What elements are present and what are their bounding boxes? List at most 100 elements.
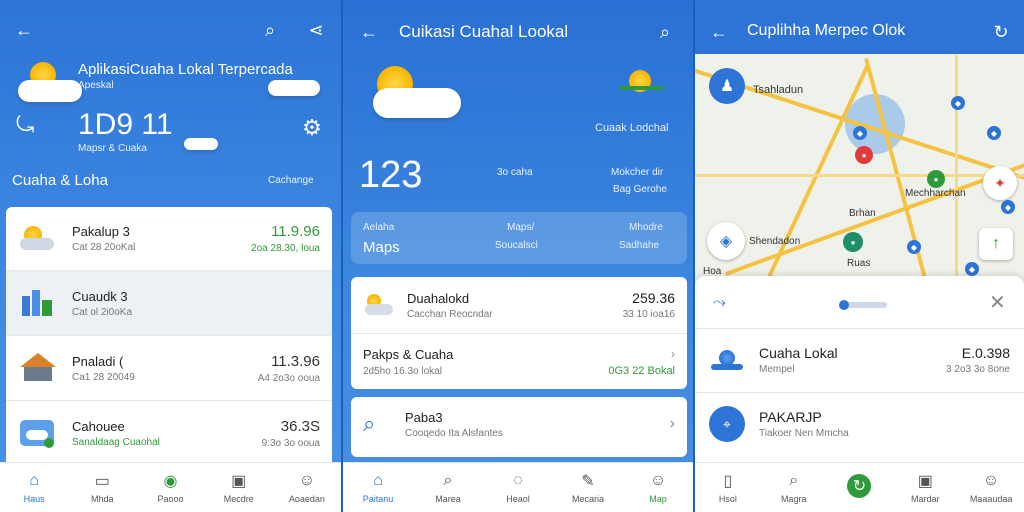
nav-label: Paooo <box>157 494 184 504</box>
nav-item[interactable]: ◉ Paooo <box>136 463 204 512</box>
map-pin-icon[interactable]: ● <box>927 170 945 188</box>
my-location-icon[interactable]: ◈ <box>707 222 745 260</box>
list-item-value: 259.36 <box>632 290 675 306</box>
nav-label: Mecdre <box>223 494 254 504</box>
search-icon[interactable]: ⌕ <box>653 20 677 44</box>
nav-item[interactable]: ☺ Map <box>623 463 693 512</box>
list-item-title: PAKARJP <box>759 409 822 425</box>
bottom-navigation: ⌂ Haus ▭ Mhda ◉ Paooo ▣ Mecdre ☺ Aoaedan <box>0 462 341 512</box>
nav-item[interactable]: ▣ Mecdre <box>205 463 273 512</box>
partly-cloudy-icon <box>363 292 397 318</box>
temperature-readout: 1D9 11 <box>78 108 173 141</box>
map-pin-icon[interactable]: ◆ <box>853 126 867 140</box>
map-label: Mechharchan <box>905 188 966 199</box>
user-icon: ☺ <box>298 472 316 489</box>
refresh-icon: ◉ <box>163 473 178 490</box>
list-item[interactable]: Duahalokd Cacchan Reocndar 259.36 33 10 … <box>351 277 687 333</box>
nav-item[interactable]: ⌕ Marea <box>413 463 483 512</box>
nav-item[interactable]: ⌕ Magra <box>761 463 827 512</box>
strip-right-top: Mhodre <box>629 222 663 233</box>
location-person-icon[interactable]: ♟ <box>709 68 745 104</box>
cloud-card-icon <box>18 418 58 448</box>
card-title: Paba3 <box>405 409 443 425</box>
list-item[interactable]: ⌖ PAKARJP Tiakoer Nen Mmcha <box>695 394 1024 454</box>
map-view[interactable]: ♟ Tsahladun Mechharchan Brhan Shendadon … <box>695 54 1024 282</box>
app-subtitle: Apeskal <box>78 80 114 91</box>
nav-item[interactable]: ✎ Mecaria <box>553 463 623 512</box>
right-label: Cuaak Lodchal <box>595 122 669 134</box>
summary-card: Duahalokd Cacchan Reocndar 259.36 33 10 … <box>351 277 687 389</box>
map-pin-icon[interactable]: ● <box>855 146 873 164</box>
list-item[interactable]: Cahouee Sanaldaag Cuaohal 36.3S 9:3o 3o … <box>6 401 332 465</box>
nav-label: Map <box>649 494 667 504</box>
chat-icon: ◌ <box>513 472 523 489</box>
home-icon: ⌂ <box>373 472 383 489</box>
list-item[interactable]: Pakps & Cuaha 2d5ho 16.3o lokal › 0G3 22… <box>351 334 687 389</box>
back-arrow-icon[interactable]: ← <box>12 18 36 42</box>
nav-label: Mardar <box>911 494 940 504</box>
list-item[interactable]: Pakalup 3 Cat 28 20oKal 11.9.96 2oa 28.3… <box>6 207 332 270</box>
mid-info: 3o caha <box>497 167 533 178</box>
back-arrow-icon[interactable]: ← <box>357 20 381 44</box>
bottom-sheet: ⤳ ✕ Cuaha Lokal Mempel E.0.398 3 2o3 3o … <box>695 276 1024 464</box>
edit-icon: ✎ <box>581 473 595 490</box>
back-arrow-icon[interactable]: ← <box>707 20 731 44</box>
map-pin-icon[interactable]: ◆ <box>951 96 965 110</box>
map-label: Ruas <box>847 258 871 269</box>
compass-icon[interactable]: ✦ <box>983 166 1017 200</box>
list-item-value-sub: 3 2o3 3o 8one <box>946 364 1010 375</box>
nav-item[interactable]: ☺ Maaaudaa <box>958 463 1024 512</box>
chevron-right-icon: › <box>669 415 675 432</box>
search-icon[interactable]: ⌕ <box>258 18 282 42</box>
nav-label: Mhda <box>91 494 114 504</box>
nav-label: Magra <box>780 494 807 504</box>
cloud-icon <box>373 88 461 118</box>
panel-weather-detail: ← Cuikasi Cuahal Lookal ⌕ Cuaak Lodchal … <box>341 0 693 512</box>
map-pin-icon[interactable]: ● <box>843 232 863 252</box>
list-item-sub: Mempel <box>759 364 795 375</box>
map-pin-icon[interactable]: ◆ <box>987 126 1001 140</box>
nav-item[interactable]: ↻ <box>827 463 893 512</box>
info-strip: Aelaha Maps Maps/ Soucalscl Mhodre Sadha… <box>351 212 687 264</box>
nav-item[interactable]: ▣ Mardar <box>892 463 958 512</box>
search-card[interactable]: ⌕ Paba3 Cooqedo Ita Alsfantes › <box>351 397 687 457</box>
nav-label: Aoaedan <box>288 494 325 504</box>
list-item-sub: Cat 28 20oKal <box>72 242 136 253</box>
message-icon: ▣ <box>231 473 247 490</box>
weather-icon <box>709 346 745 374</box>
navigate-up-icon[interactable]: ↑ <box>979 228 1013 260</box>
route-icon[interactable]: ⤳ <box>713 294 726 312</box>
nav-item[interactable]: ☺ Aoaedan <box>273 463 341 512</box>
refresh-icon: ↻ <box>847 474 872 498</box>
home-icon: ⌂ <box>29 472 39 489</box>
nav-home[interactable]: ⌂ Haus <box>0 463 68 512</box>
nav-home[interactable]: ⌂ Paitanu <box>343 463 413 512</box>
list-item-title: Pakalup 3 <box>72 224 130 239</box>
gear-icon[interactable]: ⚙ <box>300 115 324 140</box>
list-item[interactable]: Cuaha Lokal Mempel E.0.398 3 2o3 3o 8one <box>695 330 1024 390</box>
map-pin-icon[interactable]: ◆ <box>965 262 979 276</box>
refresh-icon[interactable]: ↻ <box>989 20 1013 44</box>
map-pin-icon[interactable]: ◆ <box>907 240 921 254</box>
list-item[interactable]: Cuaudk 3 Cat ol 2i0oKa <box>6 271 332 335</box>
panel-weather-home: ← ⌕ ⋖ AplikasiCuaha Lokal Terpercada Ape… <box>0 0 341 512</box>
list-item[interactable]: Pnaladi ( Ca1 28 20049 11.3.96 A4 2o3o o… <box>6 336 332 400</box>
right-sub-2: Bag Gerohe <box>613 184 667 195</box>
list-item-title: Cuaha Lokal <box>759 345 838 361</box>
list-item-value-sub: 9:3o 3o ooua <box>261 437 320 449</box>
bottom-navigation: ⌂ Paitanu ⌕ Marea ◌ Heaol ✎ Mecaria ☺ Ma… <box>343 462 693 512</box>
nav-item[interactable]: ◌ Heaol <box>483 463 553 512</box>
map-label: Shendadon <box>749 236 801 247</box>
app-title: Cuplihha Merpec Olok <box>747 22 906 39</box>
list-item-value-sub: 33 10 ioa16 <box>622 309 675 320</box>
map-label: Tsahladun <box>753 84 804 96</box>
list-item-sub: Ca1 28 20049 <box>72 371 135 383</box>
close-icon[interactable]: ✕ <box>989 290 1006 315</box>
nav-item[interactable]: ▭ Mhda <box>68 463 136 512</box>
section-action[interactable]: Cachange <box>268 175 314 186</box>
share-icon[interactable]: ⋖ <box>304 18 328 42</box>
nav-label: Marea <box>435 494 461 504</box>
nav-item[interactable]: ▯ Hsol <box>695 463 761 512</box>
map-label: Brhan <box>849 208 876 219</box>
map-pin-icon[interactable]: ◆ <box>1001 200 1015 214</box>
